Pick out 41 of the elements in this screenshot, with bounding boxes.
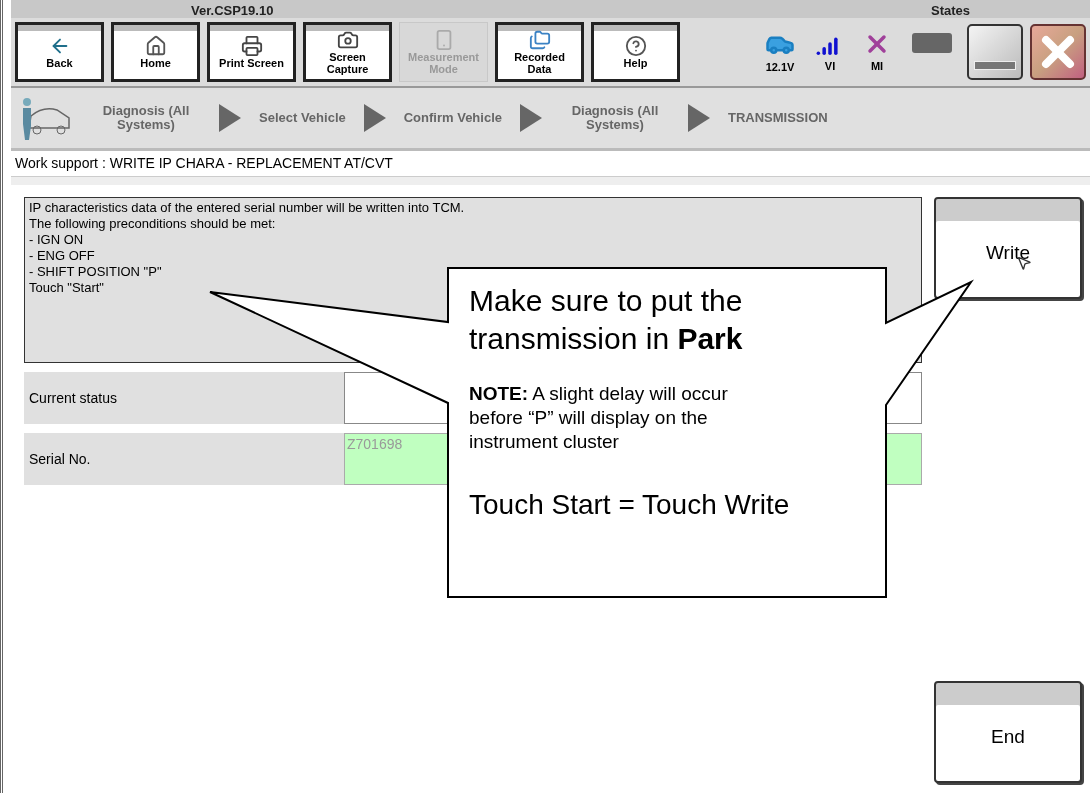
field-label: Serial No.: [29, 449, 91, 469]
message-line: IP characteristics data of the entered serial number will be written into TCM.: [29, 200, 466, 216]
close-button[interactable]: [1030, 24, 1086, 80]
states-label: States: [930, 3, 970, 18]
battery-icon: [912, 33, 952, 53]
callout-footer: Touch Start = Touch Write: [469, 488, 790, 522]
breadcrumb-step: Diagnosis (All Systems): [91, 104, 201, 132]
toolbar-button[interactable]: Screen Capture: [303, 22, 392, 82]
callout-heading: Make sure to put the transmission in Park: [469, 283, 744, 357]
step-arrow-icon: [688, 104, 710, 132]
house-icon: [144, 35, 167, 57]
message-line: The following preconditions should be met:: [29, 216, 277, 232]
vi-label: VI: [824, 58, 836, 74]
step-arrow-icon: [520, 104, 542, 132]
breadcrumb-step: Confirm Vehicle: [403, 111, 502, 125]
message-line: - SHIFT POSITION "P": [29, 264, 163, 280]
toolbar-button[interactable]: Print Screen: [207, 22, 296, 82]
step-arrow-icon: [363, 104, 386, 132]
mi-label: MI: [870, 58, 884, 74]
minimize-icon: [974, 61, 1016, 70]
toolbar-button[interactable]: Home: [111, 22, 200, 82]
breadcrumb-step: TRANSMISSION: [728, 111, 828, 125]
camera-icon: [336, 29, 359, 51]
version-label: Ver.CSP19.10: [191, 3, 274, 18]
step-arrow-icon: [219, 104, 241, 132]
message-line: Touch "Start": [29, 280, 105, 296]
action-button[interactable]: End: [934, 681, 1082, 783]
field-label: Current status: [29, 388, 117, 408]
folders-icon: [528, 29, 551, 51]
toolbar-button[interactable]: Back: [15, 22, 104, 82]
voltage-label: 12.1V: [765, 59, 795, 75]
breadcrumb-step: Select Vehicle: [259, 111, 346, 125]
printer-icon: [240, 35, 263, 57]
action-button[interactable]: Write: [934, 197, 1082, 299]
toolbar-button[interactable]: Recorded Data: [495, 22, 584, 82]
message-line: - ENG OFF: [29, 248, 96, 264]
message-line: - IGN ON: [29, 232, 85, 248]
help-icon: [624, 35, 647, 57]
toolbar-button[interactable]: Help: [591, 22, 680, 82]
minimize-button[interactable]: [967, 24, 1023, 80]
breadcrumb-step: Diagnosis (All Systems): [560, 104, 670, 132]
